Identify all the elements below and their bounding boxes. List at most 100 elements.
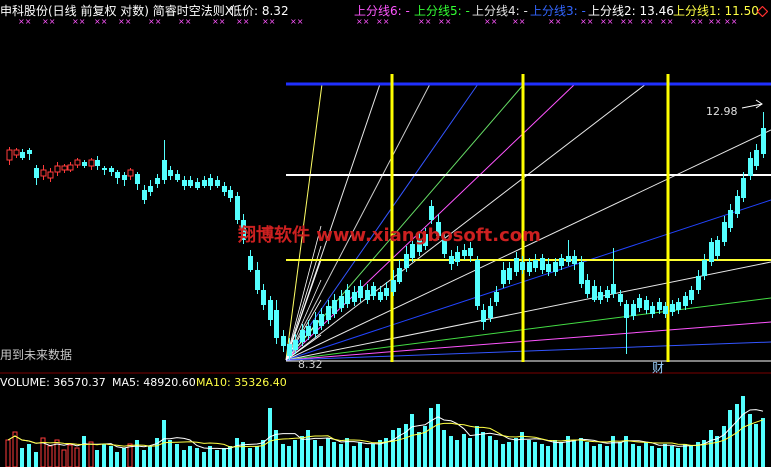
volume-bar [391,430,395,467]
candle-body [468,248,473,256]
volume-bar [188,446,192,467]
volume-bar [455,440,459,467]
volume-bar [722,426,726,467]
volume-bar [345,438,349,467]
candle-body [728,210,733,228]
watermark: 翔博软件 www.xiangbosoft.com [238,225,541,246]
candle-body [195,182,200,188]
candle-body [624,304,629,318]
volume-bar [553,440,557,467]
candle-body [384,288,389,296]
candle-body [82,162,87,166]
diamond-icon[interactable] [757,6,768,17]
candle-body [6,149,13,161]
volume-bar [352,446,356,467]
volume-bar [735,404,739,467]
candle-body [365,290,370,300]
volume-bar [34,452,38,467]
volume-bar [436,404,440,467]
high-price-marker: 12.98 [706,105,738,118]
candle-body [429,206,434,220]
candle-body [274,310,279,338]
candle-body [127,169,134,177]
candle-body [618,294,623,302]
candle-body [475,260,480,306]
candle-body [135,174,140,184]
candle-body [281,336,286,346]
volume-bar [168,440,172,467]
ma5-value: MA5: 48920.60 [112,376,196,389]
candle-body [248,256,253,270]
volume-bar [494,440,498,467]
candle-body [371,286,376,296]
volume-bar [397,428,401,467]
candle-body [115,172,120,178]
volume-bar [761,418,765,467]
candle-body [95,160,100,166]
volume-value: VOLUME: 36570.37 [0,376,106,389]
candle-body [300,330,305,342]
candle-body [585,280,590,294]
line3-label: 上分线3: - [530,4,586,18]
volume-bar [748,414,752,467]
volume-bar [182,450,186,467]
candle-body [683,296,688,306]
volume-bar [47,445,53,467]
candle-body [148,186,153,192]
future-data-label: 用到未来数据 [0,348,73,362]
candle-body [657,302,662,310]
high-arrow-head [755,99,763,109]
volume-bar [488,436,492,467]
volume-bar [663,444,667,467]
volume-bar [281,444,285,467]
volume-bar [481,432,485,467]
volume-bar [585,442,589,467]
candle-body [109,168,114,172]
line4-label: 上分线4: - [472,4,528,18]
candle-body [352,292,357,302]
volume-bar [618,442,622,467]
candle-body [663,306,668,314]
candle-body [306,326,311,336]
volume-bar [689,446,693,467]
candle-body [404,254,409,268]
candle-body [676,302,681,310]
top-marker: ×× [290,17,303,26]
candle-body [391,280,396,292]
volume-bar [507,442,511,467]
candle-body [715,240,720,256]
volume-bar [20,448,24,467]
candle-body [34,168,39,178]
candle-body [579,262,584,284]
volume-bar [261,440,265,467]
candle-body [358,286,363,298]
low-price-marker: 8.32 [298,358,323,371]
volume-bar [287,446,291,467]
volume-bar [5,439,11,467]
candle-body [319,314,324,326]
volume-bar [371,444,375,467]
candle-body [332,300,337,314]
candle-body [644,300,649,310]
candle-body [27,150,32,154]
low-price-label: 低价: 8.32 [230,4,289,18]
volume-bar [650,446,654,467]
volume-bar [148,446,152,467]
volume-bar [644,442,648,467]
candle-body [637,298,642,308]
candle-body [540,258,545,270]
volume-bar [598,444,602,467]
candle-body [520,262,525,270]
volume-bar [313,440,317,467]
volume-bar [709,430,713,467]
volume-bar [122,448,126,467]
candle-body [293,340,298,350]
volume-bar [306,430,310,467]
candle-body [761,128,766,154]
candle-body [20,152,25,158]
volume-bar [657,448,661,467]
candle-body [449,256,454,264]
volume-bar [514,438,518,467]
volume-bar [115,452,119,467]
finance-marker[interactable]: 财 [652,359,664,376]
